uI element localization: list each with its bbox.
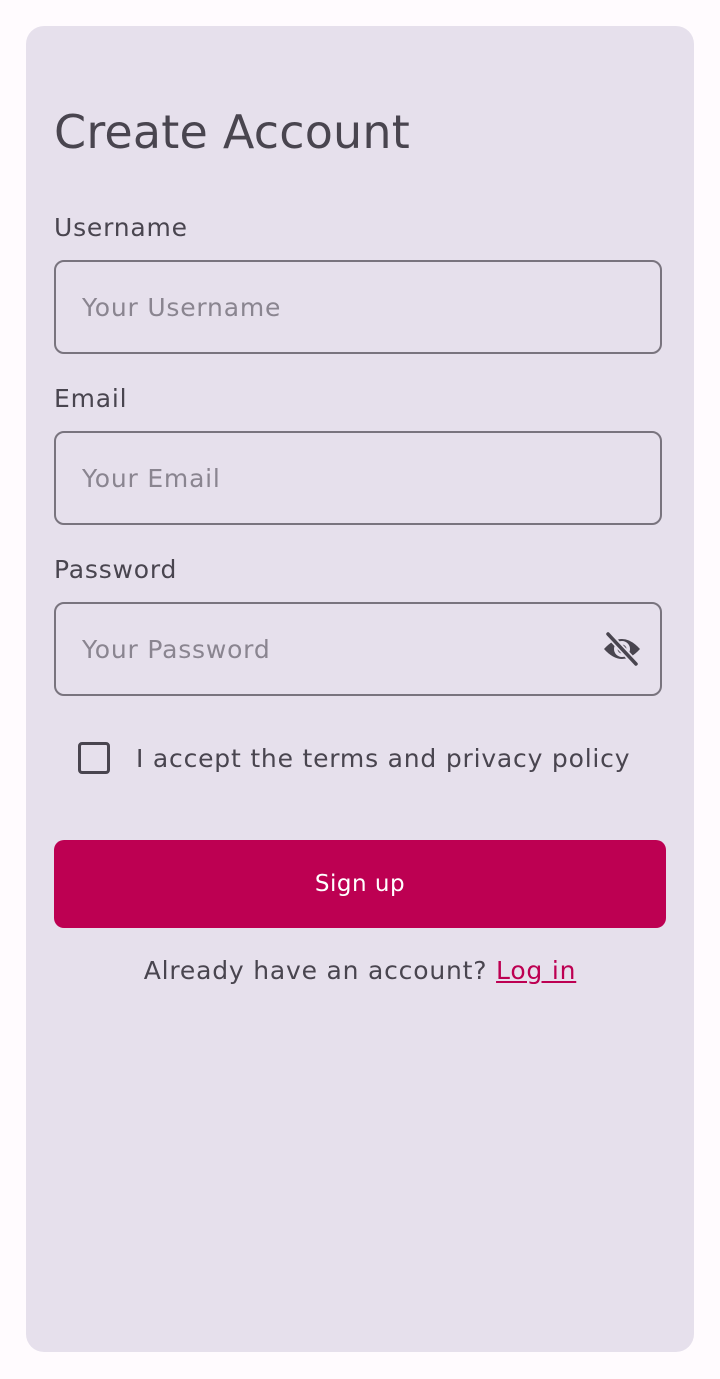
password-label: Password bbox=[54, 555, 178, 584]
login-prompt: Already have an account? Log in bbox=[26, 956, 694, 985]
terms-checkbox[interactable] bbox=[78, 742, 110, 774]
signup-card: Create Account Username Email Password I… bbox=[26, 26, 694, 1352]
login-prompt-text: Already have an account? bbox=[143, 956, 488, 985]
username-field-box[interactable] bbox=[54, 260, 662, 354]
terms-row[interactable]: I accept the terms and privacy policy bbox=[78, 738, 630, 778]
username-input[interactable] bbox=[82, 262, 562, 352]
email-field-box[interactable] bbox=[54, 431, 662, 525]
password-input[interactable] bbox=[82, 604, 562, 694]
email-input[interactable] bbox=[82, 433, 562, 523]
terms-label[interactable]: I accept the terms and privacy policy bbox=[136, 744, 630, 773]
login-link[interactable]: Log in bbox=[496, 956, 576, 985]
eye-off-icon[interactable] bbox=[602, 630, 642, 668]
username-label: Username bbox=[54, 213, 188, 242]
password-field-box[interactable] bbox=[54, 602, 662, 696]
signup-button[interactable]: Sign up bbox=[54, 840, 666, 928]
email-label: Email bbox=[54, 384, 128, 413]
page-title: Create Account bbox=[54, 105, 410, 159]
